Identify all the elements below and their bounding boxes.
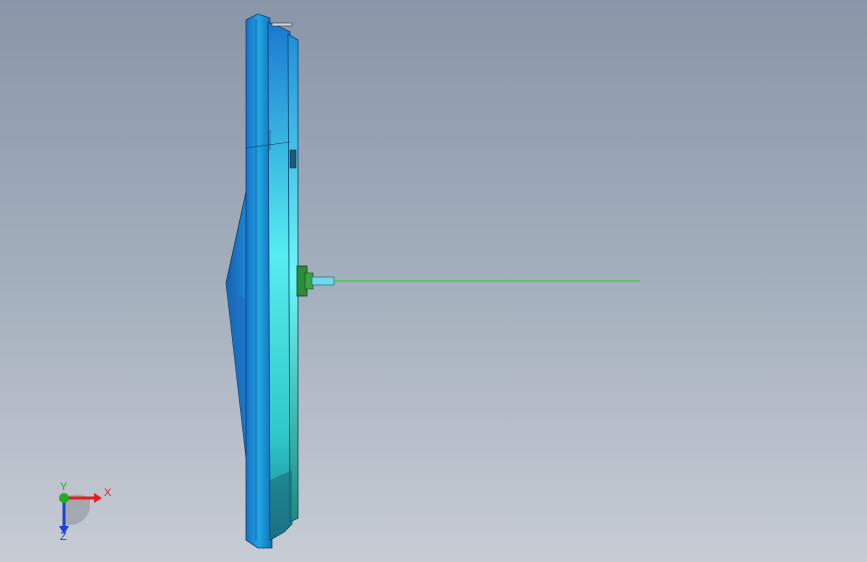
coordinate-triad[interactable]: X Y Z (50, 481, 120, 546)
top-bracket[interactable] (271, 22, 293, 27)
y-axis-label: Y (60, 481, 68, 493)
y-axis-dot (59, 493, 69, 503)
model-scene[interactable] (0, 0, 867, 562)
3d-viewport[interactable]: X Y Z (0, 0, 867, 562)
rim-shadow (270, 470, 292, 540)
z-axis-label: Z (60, 531, 67, 543)
x-axis-label: X (104, 487, 112, 499)
face-block[interactable] (289, 149, 297, 169)
inner-ring[interactable] (287, 33, 299, 523)
shaft[interactable] (311, 276, 335, 286)
x-arrow-head (94, 493, 102, 503)
